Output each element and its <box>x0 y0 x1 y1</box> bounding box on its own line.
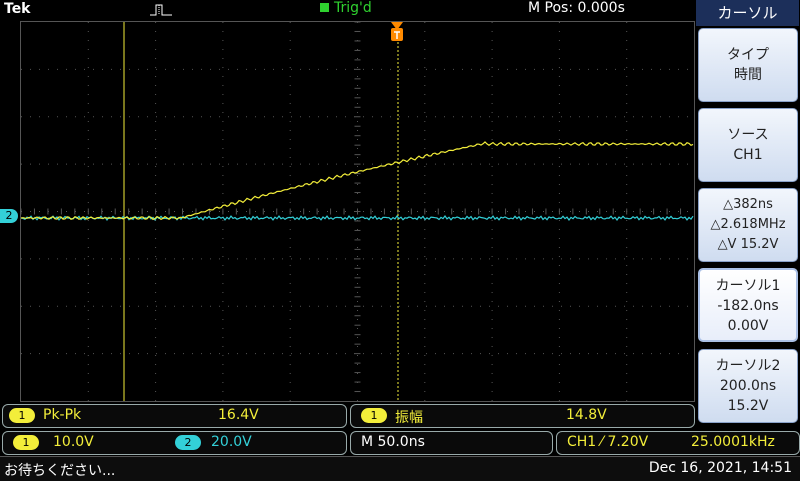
cursor2-time: 200.0ns <box>719 378 777 394</box>
cursor-delta-readout[interactable]: △382ns △2.618MHz △V 15.2V <box>698 188 798 262</box>
acquisition-pulse-icon <box>150 4 172 16</box>
cursor2-label: カーソル2 <box>715 358 781 374</box>
cursor1-button[interactable]: カーソル1 -182.0ns 0.00V <box>698 268 798 342</box>
cursor-type-button[interactable]: タイプ 時間 <box>698 28 798 102</box>
horizontal-position: M Pos: 0.000s <box>528 0 625 16</box>
cursor2-button[interactable]: カーソル2 200.0ns 15.2V <box>698 349 798 423</box>
cursor-source-label: ソース <box>727 127 769 143</box>
brand-logo: Tek <box>4 1 31 17</box>
cursor1-voltage: 0.00V <box>727 318 769 334</box>
delta-frequency: △2.618MHz <box>710 217 786 232</box>
measurement-channel-badge: 1 <box>9 408 35 423</box>
delta-voltage: △V 15.2V <box>717 237 779 252</box>
cursor1-time: -182.0ns <box>717 298 779 314</box>
timebase: M 50.0ns <box>361 434 425 450</box>
side-menu-title: カーソル <box>696 0 799 26</box>
cursor-source-value: CH1 <box>733 147 763 163</box>
status-datetime: Dec 16, 2021, 14:51 <box>648 460 792 476</box>
ch1-badge: 1 <box>13 435 39 450</box>
status-bar: お待ちください... Dec 16, 2021, 14:51 <box>0 456 800 481</box>
measurement-label: Pk-Pk <box>43 407 82 423</box>
delta-time: △382ns <box>723 197 773 212</box>
ch1-waveform <box>21 141 694 221</box>
measurement-label: 振幅 <box>395 410 423 426</box>
measurement-amplitude[interactable]: 1 振幅 14.8V <box>350 404 695 428</box>
ch2-ground-marker[interactable]: 2 <box>0 209 18 223</box>
ch1-scale: 10.0V <box>53 434 94 450</box>
cursor-type-label: タイプ <box>727 47 769 63</box>
trigger-frequency: 25.0001kHz <box>691 434 775 450</box>
cursor1-label: カーソル1 <box>715 278 781 294</box>
trigger-status-icon <box>320 3 329 12</box>
ch2-scale: 20.0V <box>211 434 252 450</box>
measurement-value: 16.4V <box>218 407 259 423</box>
trigger-info: CH1 ⁄ 7.20V <box>567 434 649 450</box>
ch2-badge: 2 <box>175 435 201 450</box>
channel-scales[interactable]: 1 10.0V 2 20.0V <box>2 431 347 455</box>
cursor-type-value: 時間 <box>734 67 762 83</box>
measurement-channel-badge: 1 <box>361 408 387 423</box>
trigger-readout[interactable]: CH1 ⁄ 7.20V 25.0001kHz <box>556 431 800 455</box>
waveform-display <box>20 21 695 402</box>
timebase-readout[interactable]: M 50.0ns <box>350 431 553 455</box>
status-message: お待ちください... <box>4 463 116 479</box>
cursor-side-menu: カーソル タイプ 時間 ソース CH1 △382ns △2.618MHz △V … <box>696 0 800 430</box>
measurement-pkpk[interactable]: 1 Pk-Pk 16.4V <box>2 404 347 428</box>
graticule <box>21 22 694 401</box>
cursor2-voltage: 15.2V <box>727 398 769 414</box>
top-bar: Tek Trig'd M Pos: 0.000s <box>0 0 693 20</box>
measurement-value: 14.8V <box>566 407 607 423</box>
cursor-source-button[interactable]: ソース CH1 <box>698 108 798 182</box>
trigger-status: Trig'd <box>334 0 372 16</box>
